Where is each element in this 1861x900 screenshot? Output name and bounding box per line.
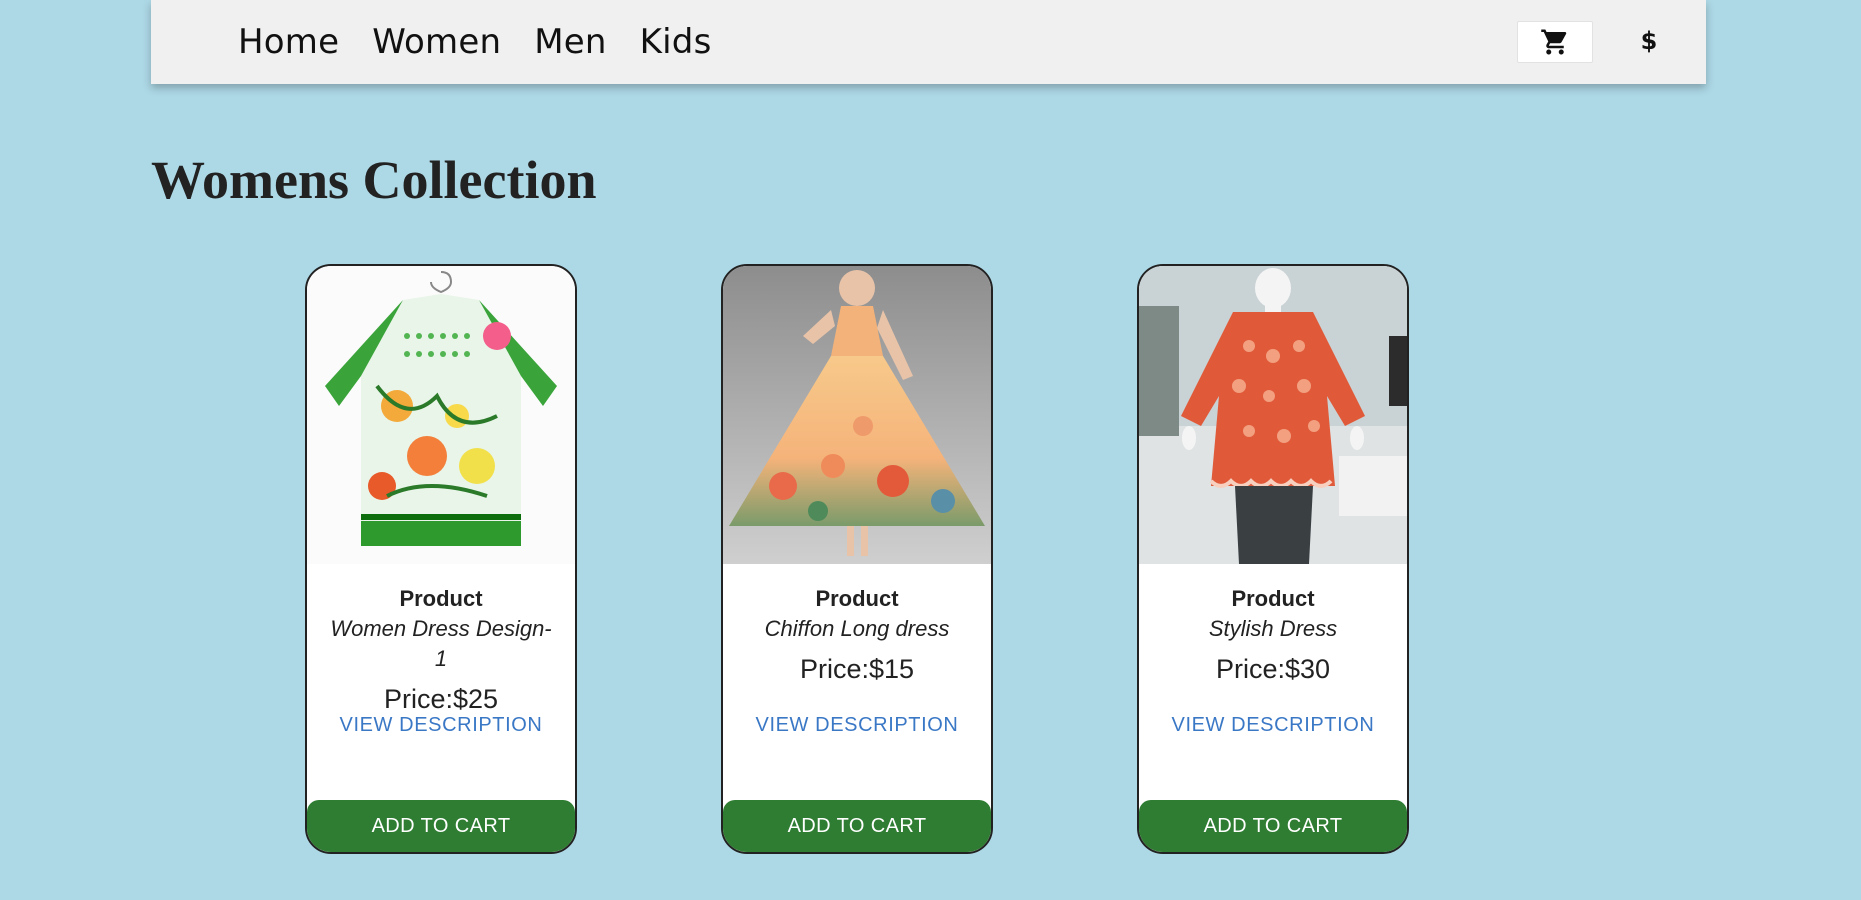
nav-link-home[interactable]: Home	[238, 22, 339, 62]
product-heading: Product	[815, 586, 899, 611]
product-name: Women Dress Design-1	[330, 616, 552, 671]
view-description-link[interactable]: VIEW DESCRIPTION	[1139, 714, 1407, 737]
product-price: Price:$25	[383, 684, 499, 714]
nav-link-women[interactable]: Women	[372, 22, 501, 62]
product-card: Product Women Dress Design-1 Price:$25 V…	[305, 264, 577, 854]
product-price: Price:$30	[1215, 654, 1331, 684]
card-body: Product Women Dress Design-1 Price:$25	[307, 564, 575, 716]
product-name: Stylish Dress	[1208, 616, 1338, 641]
add-to-cart-button[interactable]: ADD TO CART	[307, 800, 575, 852]
currency-button[interactable]: $	[1629, 21, 1669, 61]
floral-gown-image[interactable]	[723, 266, 991, 564]
embroidered-top-image[interactable]	[1139, 266, 1407, 564]
product-price: Price:$15	[799, 654, 915, 684]
view-description-link[interactable]: VIEW DESCRIPTION	[723, 714, 991, 737]
add-to-cart-button[interactable]: ADD TO CART	[1139, 800, 1407, 852]
view-description-link[interactable]: VIEW DESCRIPTION	[307, 714, 575, 737]
floral-kurta-dress-image[interactable]	[307, 266, 575, 564]
product-name: Chiffon Long dress	[764, 616, 950, 641]
nav-link-kids[interactable]: Kids	[640, 22, 712, 62]
top-navbar: Home Women Men Kids $	[151, 0, 1706, 84]
product-card: Product Stylish Dress Price:$30 VIEW DES…	[1137, 264, 1409, 854]
nav-links: Home Women Men Kids	[238, 0, 711, 84]
add-to-cart-button[interactable]: ADD TO CART	[723, 800, 991, 852]
shopping-cart-icon	[1541, 29, 1567, 55]
card-body: Product Stylish Dress Price:$30	[1139, 564, 1407, 686]
product-heading: Product	[399, 586, 483, 611]
page-title: Womens Collection	[151, 150, 597, 210]
nav-link-men[interactable]: Men	[534, 22, 606, 62]
product-card: Product Chiffon Long dress Price:$15 VIE…	[721, 264, 993, 854]
card-body: Product Chiffon Long dress Price:$15	[723, 564, 991, 686]
product-heading: Product	[1231, 586, 1315, 611]
cart-button[interactable]	[1517, 21, 1593, 63]
